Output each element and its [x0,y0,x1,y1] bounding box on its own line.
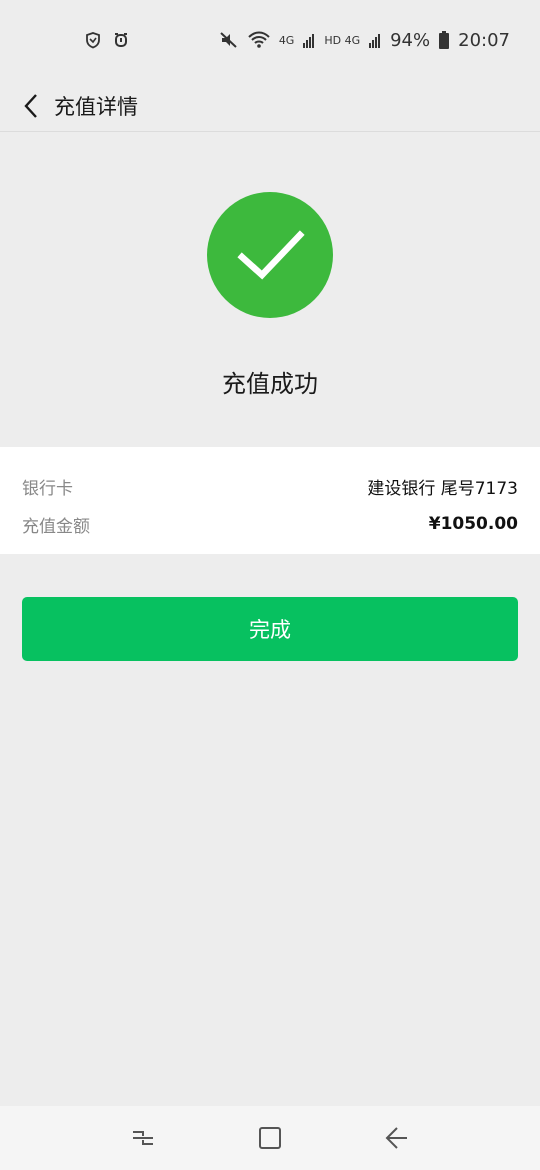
result-status-text: 充值成功 [222,370,318,398]
bank-card-label: 银行卡 [22,478,73,499]
home-button[interactable] [240,1108,300,1168]
back-icon [385,1127,407,1149]
status-left [84,28,130,52]
network-label-a: 4G [278,33,295,47]
amount-value: ¥1050.00 [428,514,518,534]
back-nav-button[interactable] [367,1108,427,1168]
battery-percent: 94% [390,29,431,51]
signal-icon [302,28,316,52]
screen: 4G HD 4G 94% 20:07 充值详情 充值成功 银行卡 建设银行 尾号… [0,0,540,1170]
home-icon [258,1127,281,1149]
recent-apps-icon [133,1131,154,1145]
network-label-b: HD 4G [324,33,361,47]
detail-row-bank-card: 银行卡 建设银行 尾号7173 [22,467,518,505]
done-button[interactable]: 完成 [22,597,518,661]
clock: 20:07 [458,29,510,51]
alarm-icon [112,28,130,52]
signal-icon [368,28,382,52]
shield-icon [84,28,102,52]
amount-label: 充值金额 [22,516,90,537]
checkmark-icon [207,192,333,318]
wifi-icon [247,28,271,52]
chevron-left-icon [24,93,37,118]
bank-card-value: 建设银行 尾号7173 [367,478,518,499]
system-nav-bar [0,1106,540,1170]
page-title: 充值详情 [54,94,138,119]
battery-icon [438,28,450,52]
recent-apps-button[interactable] [113,1108,173,1168]
nav-header: 充值详情 [0,80,540,132]
status-bar: 4G HD 4G 94% 20:07 [0,0,540,80]
back-button[interactable] [0,80,54,132]
mute-icon [219,28,239,52]
status-right: 4G HD 4G 94% 20:07 [219,28,510,52]
details-card: 银行卡 建设银行 尾号7173 充值金额 ¥1050.00 [0,447,540,554]
detail-row-amount: 充值金额 ¥1050.00 [22,505,518,543]
